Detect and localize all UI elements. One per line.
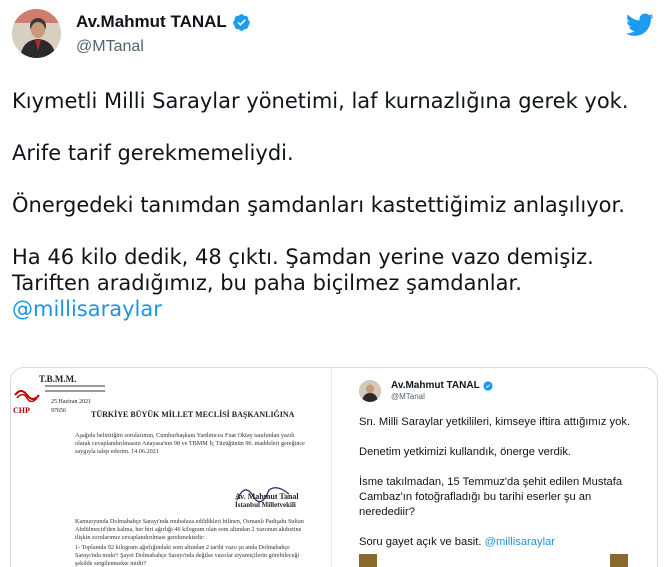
signer-name: Av. Mahmut Tanal [235,492,299,501]
doc-paragraph-2: Kamuoyunda Dolmabahçe Sarayı'nda muhafaz… [75,518,304,541]
quoted-mention: @millisaraylar [484,536,556,548]
quoted-line-2: Denetim yetkimizi kullandık, önerge verd… [359,446,572,458]
doc-item-1: 1- Toplamda 92 kilogram ağırlığındaki so… [75,544,300,567]
tweet-line-4: Ha 46 kilo dedik, 48 çıktı. Şamdan yerin… [12,245,594,269]
document-image[interactable]: CHP T.B.M.M. 25 Haziran 2021 97656 TÜRKİ… [11,368,331,567]
quoted-line-6-text: Soru gayet açık ve basit. [359,536,482,548]
quoted-author-name: Av.Mahmut TANAL [391,380,480,391]
avatar[interactable] [12,9,61,58]
tweet-text: Kıymetli Milli Saraylar yönetimi, laf ku… [12,88,657,322]
doc-date: 25 Haziran 2021 [51,399,91,405]
author-handle[interactable]: @MTanal [76,38,144,56]
quoted-line-6: Soru gayet açık ve basit. @millisaraylar [359,535,555,550]
tweet: Av.Mahmut TANAL @MTanal Kıymetli Milli S… [0,0,664,567]
chp-logo-icon [13,384,41,406]
tweet-line-1: Kıymetli Milli Saraylar yönetimi, laf ku… [12,89,629,113]
twitter-bird-icon[interactable] [626,13,654,37]
verified-badge-icon [232,13,250,31]
mention-link[interactable]: @millisaraylar [12,296,657,322]
author-name[interactable]: Av.Mahmut TANAL [76,12,227,32]
quoted-verified-icon [483,380,493,391]
media-grid: CHP T.B.M.M. 25 Haziran 2021 97656 TÜRKİ… [10,367,658,567]
quoted-line-1: Sn. Milli Saraylar yetkilileri, kimseye … [359,416,631,428]
quoted-line-3: İsme takılmadan, 15 Temmuz'da şehit edil… [359,476,623,488]
chp-label: CHP [13,406,30,415]
doc-heading: TÜRKİYE BÜYÜK MİLLET MECLİSİ BAŞKANLIĞIN… [91,410,295,419]
tbmm-header: T.B.M.M. [39,374,77,384]
quoted-line-4: Cambaz'ın fotoğrafladığı bu tarihi eserl… [359,491,592,503]
quoted-thumbnail-2 [610,554,628,567]
tweet-line-3: Önergedeki tanımdan şamdanları kastettiğ… [12,193,625,217]
author-row: Av.Mahmut TANAL [76,12,251,32]
signer-role: İstanbul Milletvekili [235,501,296,509]
doc-number: 97656 [51,408,66,414]
doc-paragraph-1: Aşağıda belirttiğim sorularımın, Cumhurb… [75,432,305,455]
quoted-line-5: neredediir? [359,506,415,518]
tweet-line-2: Arife tarif gerekmemeliydi. [12,141,294,165]
quoted-handle: @MTanal [391,392,425,401]
party-info-lines [45,385,105,395]
tweet-line-5: Tariften aradığımız, bu paha biçilmez şa… [12,271,522,295]
quoted-author-row: Av.Mahmut TANAL [391,380,493,391]
quoted-thumbnail-1 [359,554,377,567]
quoted-tweet-screenshot[interactable]: Av.Mahmut TANAL @MTanal Sn. Milli Sarayl… [331,368,657,567]
quoted-avatar [359,380,381,402]
